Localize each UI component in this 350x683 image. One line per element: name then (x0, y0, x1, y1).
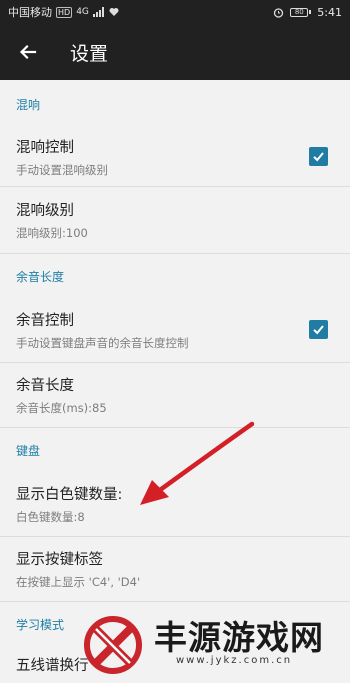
section-header-reverb: 混响 (16, 97, 41, 112)
check-icon (313, 152, 324, 162)
battery-icon: 80 (290, 7, 312, 17)
pref-summary: 在按键上显示 'C4', 'D4' (16, 575, 141, 589)
status-bar: 中国移动 HD 4G 80 5:41 (0, 0, 350, 24)
pref-summary: 余音长度(ms):85 (16, 401, 107, 415)
heart-icon (109, 8, 119, 16)
pref-title: 余音控制 (16, 313, 74, 329)
sustain-checkbox[interactable] (309, 320, 328, 339)
pref-sustain-control[interactable]: 余音控制 手动设置键盘声音的余音长度控制 (0, 298, 350, 362)
pref-sustain-length[interactable]: 余音长度 余音长度(ms):85 (0, 363, 350, 427)
pref-title: 混响级别 (16, 203, 74, 219)
watermark-url: www.jykz.com.cn (176, 655, 293, 666)
pref-title: 显示白色键数量: (16, 487, 123, 503)
watermark-logo: 丰源游戏网 www.jykz.com.cn (74, 605, 350, 683)
pref-summary: 混响级别:100 (16, 226, 88, 240)
pref-summary: 白色键数量:8 (16, 510, 85, 524)
pref-title: 余音长度 (16, 378, 74, 394)
alarm-icon (274, 7, 284, 18)
page-title: 设置 (70, 42, 109, 65)
watermark-emblem-icon (84, 616, 142, 674)
pref-title: 显示按键标签 (16, 552, 103, 568)
section-header-keyboard: 键盘 (16, 443, 41, 458)
network-label: 4G (76, 7, 89, 17)
check-icon (313, 325, 324, 335)
watermark-text: 丰源游戏网 (154, 618, 324, 657)
pref-white-key-count[interactable]: 显示白色键数量: 白色键数量:8 (0, 472, 350, 536)
pref-summary: 手动设置键盘声音的余音长度控制 (16, 336, 189, 350)
pref-title: 混响控制 (16, 140, 74, 156)
app-bar: 设置 (0, 24, 350, 80)
arrow-left-icon (19, 44, 37, 60)
pref-reverb-level[interactable]: 混响级别 混响级别:100 (0, 187, 350, 253)
clock-label: 5:41 (317, 5, 342, 19)
pref-reverb-control[interactable]: 混响控制 手动设置混响级别 (0, 128, 350, 186)
pref-key-labels[interactable]: 显示按键标签 在按键上显示 'C4', 'D4' (0, 537, 350, 601)
section-header-sustain: 余音长度 (16, 269, 65, 284)
reverb-checkbox[interactable] (309, 147, 328, 166)
carrier-label: 中国移动 (8, 6, 52, 19)
signal-icon (92, 7, 104, 17)
back-button[interactable] (0, 24, 56, 80)
hd-badge: HD (56, 6, 73, 18)
settings-list[interactable]: 混响 混响控制 手动设置混响级别 混响级别 混响级别:100 余音长度 余音控制… (0, 80, 350, 683)
pref-summary: 手动设置混响级别 (16, 163, 108, 177)
